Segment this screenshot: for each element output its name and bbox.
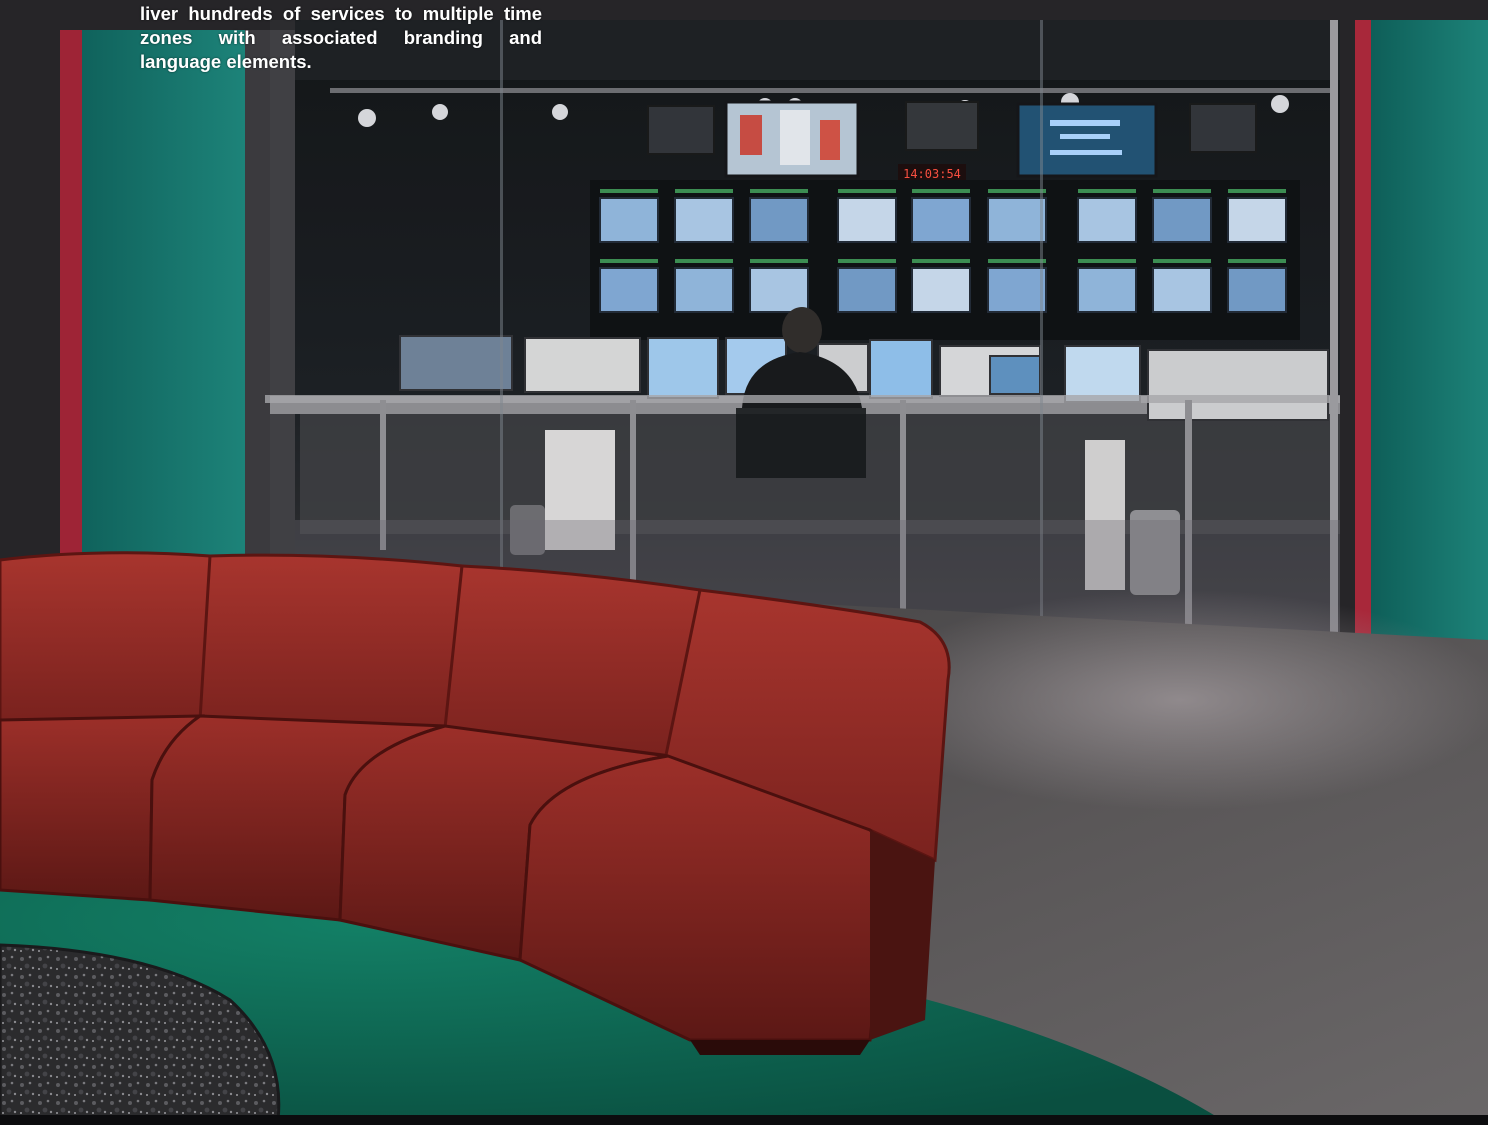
right-door-frame	[1355, 20, 1371, 660]
photo-scene: 14:03:54 liver hundreds of services to m…	[0, 0, 1488, 1125]
left-door-frame	[60, 30, 82, 590]
control-room-photo: 14:03:54	[0, 0, 1488, 1125]
caption-text: liver hundreds of services to multiple t…	[140, 3, 542, 72]
left-wall-teal	[60, 30, 245, 590]
right-wall-teal	[1370, 20, 1488, 660]
